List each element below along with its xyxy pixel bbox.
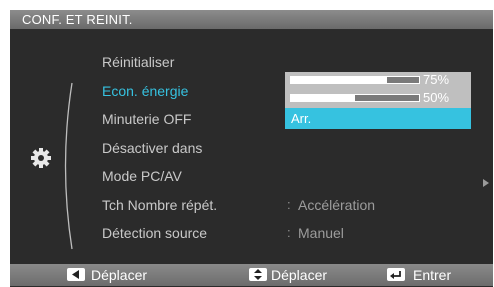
arrow-right-icon [483,179,489,187]
menu-item-mode-pc-av[interactable]: Mode PC/AV [102,168,182,184]
arrow-left-key-icon [67,268,85,281]
dropdown-option-75[interactable]: 75% [285,72,471,90]
level-bar-fill [291,95,355,101]
separator: : [287,225,291,240]
detection-source-value: Manuel [298,225,344,241]
menu-item-reinitialiser[interactable]: Réinitialiser [102,54,174,70]
level-bar [290,76,420,84]
dropdown-option-label: Arr. [291,111,312,126]
separator: : [287,197,291,212]
arrow-up-down-key-icon [249,268,267,281]
enter-key-icon [387,268,405,281]
level-bar-fill [291,77,387,83]
tch-nombre-repet-value: Accélération [298,197,376,213]
gear-icon [31,148,51,168]
footer-label-deplacer: Déplacer [91,267,148,283]
dropdown-option-arr[interactable]: Arr. [285,108,471,129]
menu-bracket-decoration [64,82,73,250]
menu-item-econ-energie[interactable]: Econ. énergie [102,83,188,99]
menu-title: CONF. ET REINIT. [22,12,133,27]
osd-menu: CONF. ET REINIT. Réinitialiser Econ. éne… [10,10,493,287]
menu-item-tch-nombre-repet[interactable]: Tch Nombre répét. [102,197,217,213]
footer-label-deplacer: Déplacer [271,267,328,283]
footer-label-entrer: Entrer [413,267,452,283]
menu-panel: Réinitialiser Econ. énergie : Minuterie … [10,29,493,264]
dropdown-option-label: 75% [423,72,450,87]
menu-item-detection-source[interactable]: Détection source [102,225,207,241]
dropdown-option-label: 50% [423,90,450,105]
dropdown-option-50[interactable]: 50% [285,90,471,108]
menu-item-minuterie-off[interactable]: Minuterie OFF [102,111,191,127]
title-bar: CONF. ET REINIT. [10,10,493,29]
footer-bar: Déplacer Déplacer Entrer [10,264,493,286]
econ-energie-dropdown[interactable]: 75% 50% Arr. [285,72,471,129]
menu-item-desactiver-dans[interactable]: Désactiver dans [102,140,202,156]
level-bar [290,94,420,102]
